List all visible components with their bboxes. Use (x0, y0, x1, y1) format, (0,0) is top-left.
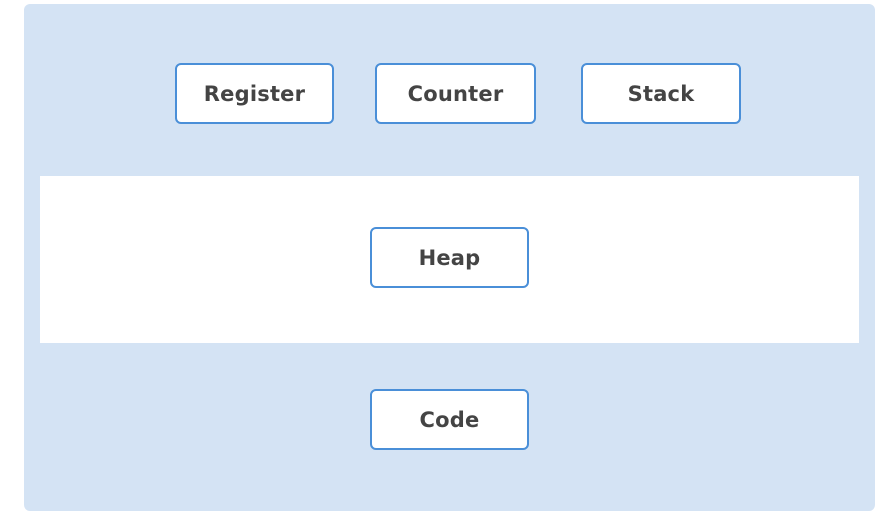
counter-label: Counter (407, 81, 504, 106)
stack-box: Stack (581, 63, 741, 124)
code-label: Code (419, 407, 480, 432)
register-label: Register (203, 81, 306, 106)
counter-box: Counter (375, 63, 536, 124)
register-box: Register (175, 63, 334, 124)
code-box: Code (370, 389, 529, 450)
heap-box: Heap (370, 227, 529, 288)
heap-label: Heap (418, 245, 481, 270)
stack-label: Stack (627, 81, 695, 106)
diagram-canvas: Register Counter Stack Heap Code (0, 0, 880, 513)
